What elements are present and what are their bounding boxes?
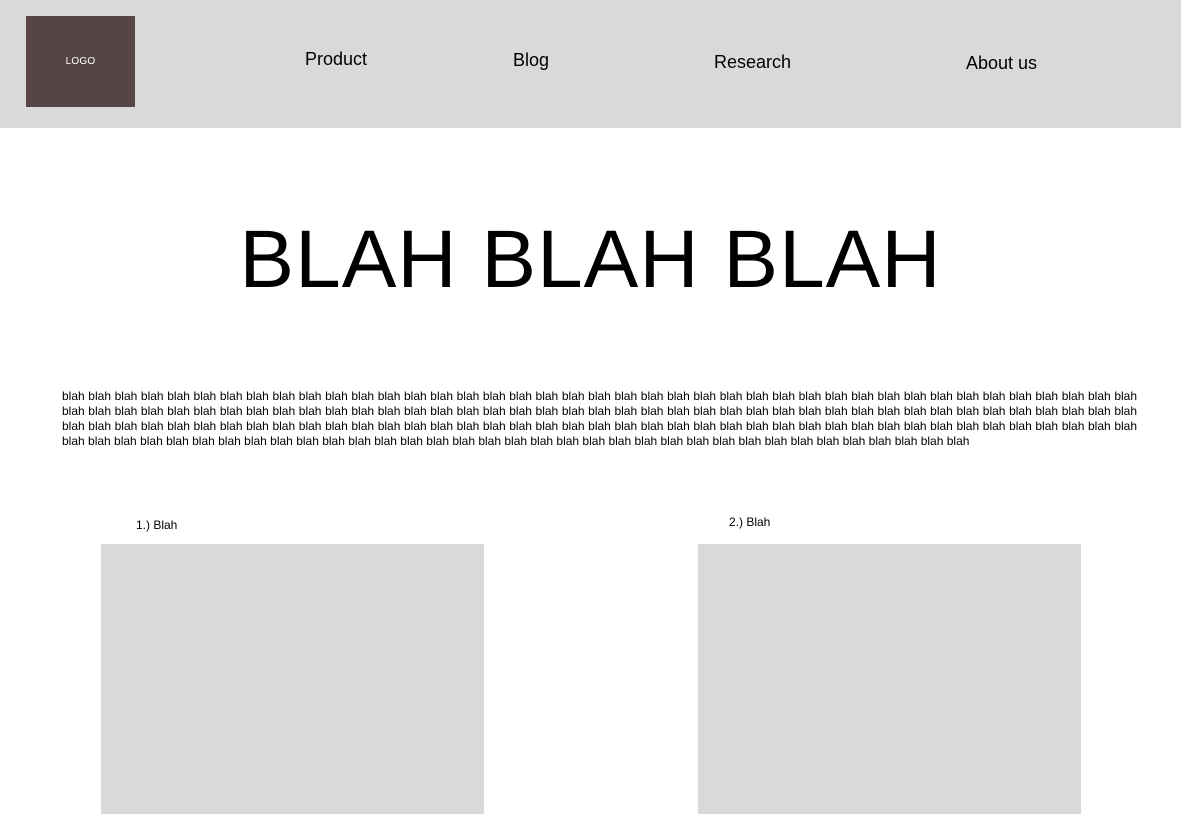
card-image-placeholder-1 [101,544,484,814]
nav-item-research[interactable]: Research [714,52,791,73]
hero-title: BLAH BLAH BLAH [239,214,942,305]
nav-item-about-us[interactable]: About us [966,53,1037,74]
hero-body-text: blah blah blah blah blah blah blah blah … [62,389,1137,448]
card-label-2: 2.) Blah [729,515,771,529]
card-image-placeholder-2 [698,544,1081,814]
logo[interactable]: LOGO [26,16,135,107]
logo-label: LOGO [65,56,96,67]
nav-item-product[interactable]: Product [305,49,367,70]
nav-item-blog[interactable]: Blog [513,50,549,71]
top-navigation-bar: LOGO Product Blog Research About us [0,0,1181,128]
card-label-1: 1.) Blah [136,518,178,532]
